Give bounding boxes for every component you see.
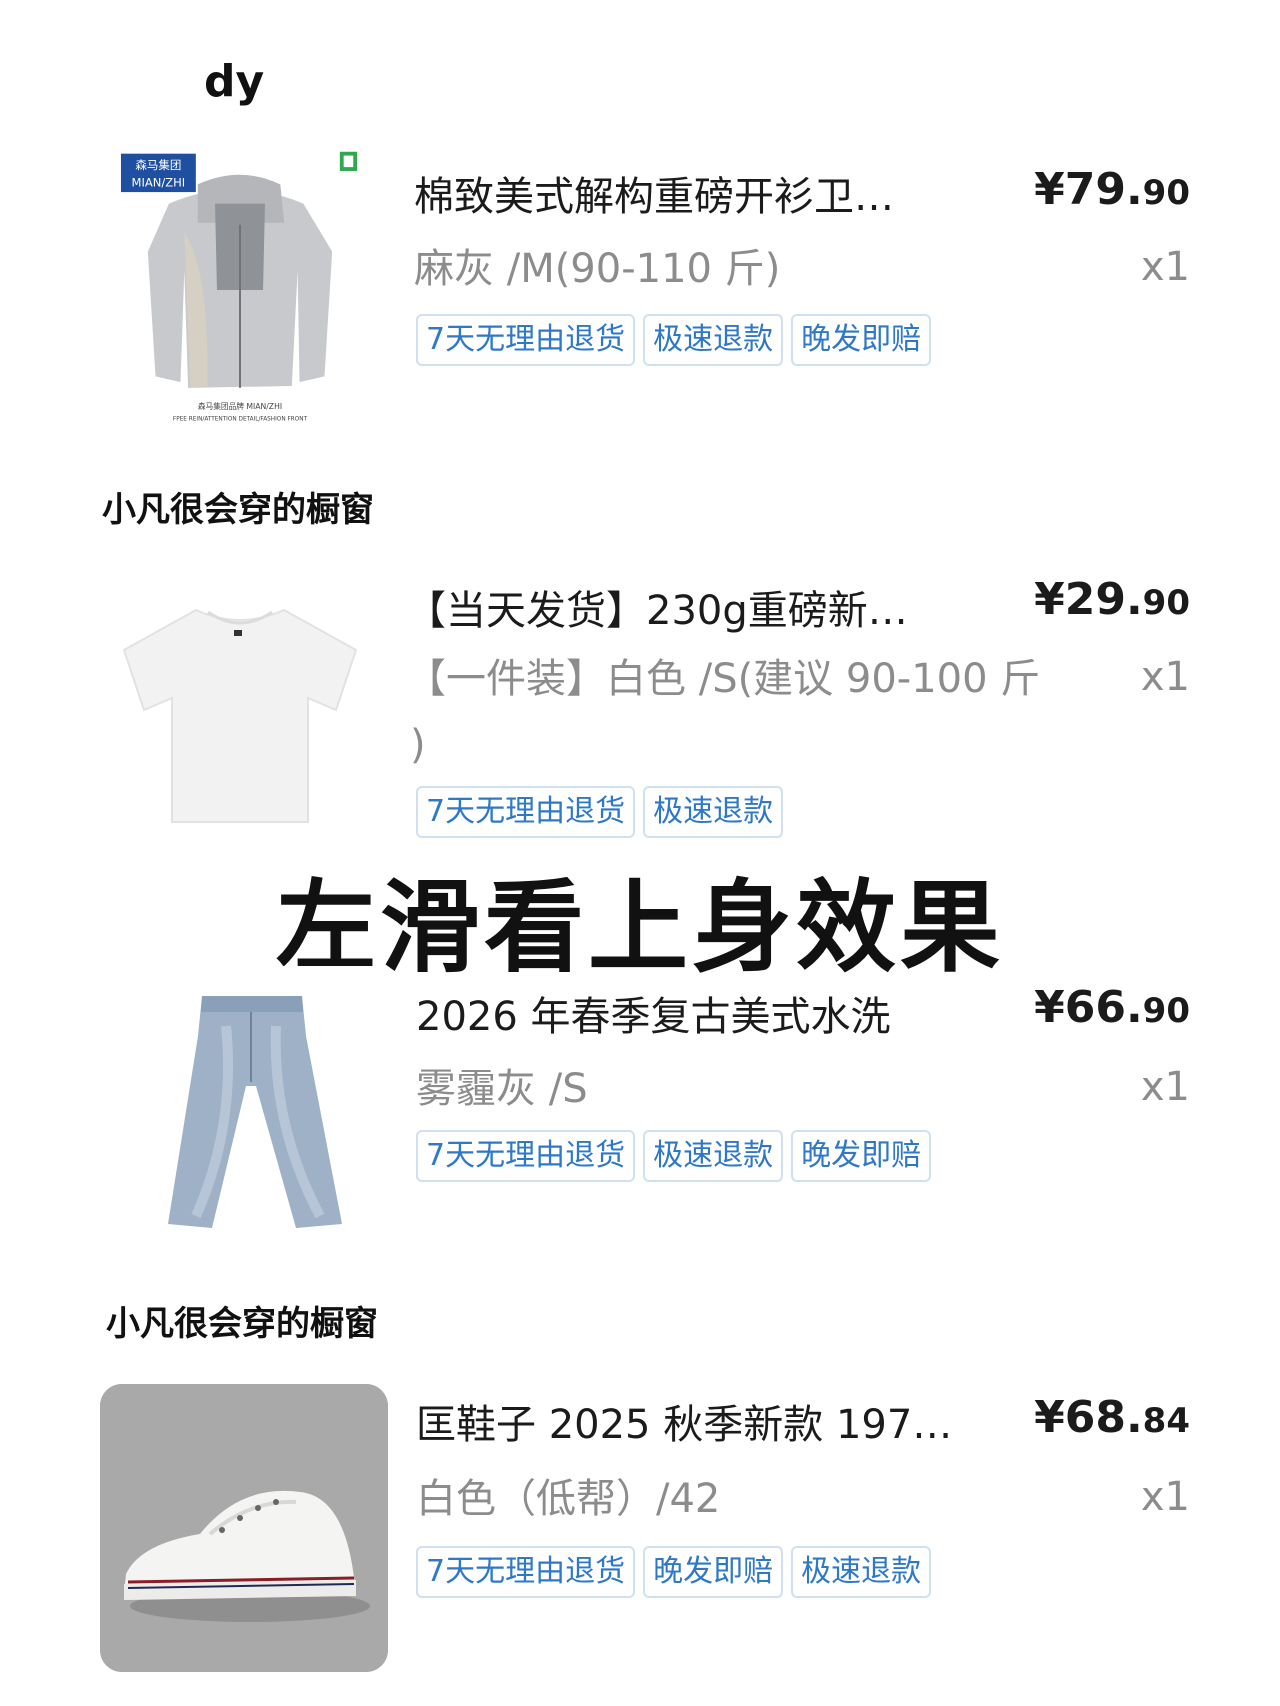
product-quantity: x1: [1140, 244, 1190, 290]
brand-badge-line2: MIAN/ZHI: [132, 175, 186, 189]
product-spec-line2[interactable]: ): [410, 712, 426, 778]
product-price: ¥68.84: [1034, 1392, 1190, 1443]
tag-late-delivery-compensation: 晚发即赔: [791, 1130, 932, 1182]
product-price: ¥66.90: [1034, 982, 1190, 1033]
service-tags: 7天无理由退货 极速退款 晚发即赔: [416, 314, 932, 366]
sneaker-image: [100, 1384, 388, 1672]
tag-late-delivery-compensation: 晚发即赔: [643, 1546, 784, 1598]
product-image-tshirt[interactable]: [96, 560, 384, 848]
jeans-image: [106, 966, 394, 1254]
product-spec-line1[interactable]: 【一件装】白色 /S(建议 90-100 斤: [406, 646, 1040, 712]
tag-fast-refund: 极速退款: [791, 1546, 932, 1598]
tshirt-image: [96, 560, 384, 848]
store-name[interactable]: dy: [204, 56, 264, 107]
product-price: ¥79.90: [1034, 164, 1190, 215]
price-cents: 90: [1142, 991, 1190, 1031]
image-caption-line2: FPEE REIN/ATTENTION DETAIL/FASHION FRONT: [173, 417, 308, 423]
price-cents: 90: [1142, 173, 1190, 213]
tag-7-day-return: 7天无理由退货: [416, 1546, 636, 1598]
product-quantity: x1: [1140, 1474, 1190, 1520]
product-image-jeans[interactable]: [106, 966, 394, 1254]
price-main: ¥29.: [1034, 574, 1143, 625]
tag-fast-refund: 极速退款: [643, 786, 784, 838]
product-price: ¥29.90: [1034, 574, 1190, 625]
product-title[interactable]: 匡鞋子 2025 秋季新款 197…: [416, 1392, 986, 1450]
product-quantity: x1: [1140, 1064, 1190, 1110]
price-main: ¥66.: [1034, 982, 1143, 1033]
product-title[interactable]: 【当天发货】230g重磅新…: [406, 578, 966, 636]
product-image-sneaker[interactable]: [100, 1384, 388, 1672]
product-spec[interactable]: 雾霾灰 /S: [416, 1056, 588, 1122]
price-cents: 90: [1142, 583, 1190, 623]
product-spec[interactable]: 麻灰 /M(90-110 斤): [414, 236, 780, 302]
tag-7-day-return: 7天无理由退货: [416, 1130, 636, 1182]
brand-badge-line1: 森马集团: [135, 158, 181, 172]
product-quantity: x1: [1140, 654, 1190, 700]
tag-fast-refund: 极速退款: [643, 1130, 784, 1182]
section-label-showcase[interactable]: 小凡很会穿的橱窗: [102, 482, 374, 531]
product-spec[interactable]: 白色（低帮）/42: [416, 1466, 720, 1532]
tag-fast-refund: 极速退款: [643, 314, 784, 366]
service-tags: 7天无理由退货 极速退款: [416, 786, 784, 838]
price-main: ¥68.: [1034, 1392, 1143, 1443]
tag-late-delivery-compensation: 晚发即赔: [791, 314, 932, 366]
price-main: ¥79.: [1034, 164, 1143, 215]
product-title[interactable]: 棉致美式解构重磅开衫卫…: [414, 164, 974, 222]
product-title[interactable]: 2026 年春季复古美式水洗: [416, 984, 956, 1042]
price-cents: 84: [1142, 1401, 1190, 1441]
tag-7-day-return: 7天无理由退货: [416, 786, 636, 838]
service-tags: 7天无理由退货 极速退款 晚发即赔: [416, 1130, 932, 1182]
service-tags: 7天无理由退货 晚发即赔 极速退款: [416, 1546, 932, 1598]
image-caption-line1: 森马集团品牌 MIAN/ZHI: [198, 401, 282, 411]
hoodie-image: 森马集团 MIAN/ZHI 森马集团品牌 MIAN/ZHI FPEE REIN/…: [101, 146, 379, 434]
product-image-hoodie[interactable]: 森马集团 MIAN/ZHI 森马集团品牌 MIAN/ZHI FPEE REIN/…: [96, 146, 384, 434]
section-label-showcase[interactable]: 小凡很会穿的橱窗: [106, 1296, 378, 1345]
tag-7-day-return: 7天无理由退货: [416, 314, 636, 366]
